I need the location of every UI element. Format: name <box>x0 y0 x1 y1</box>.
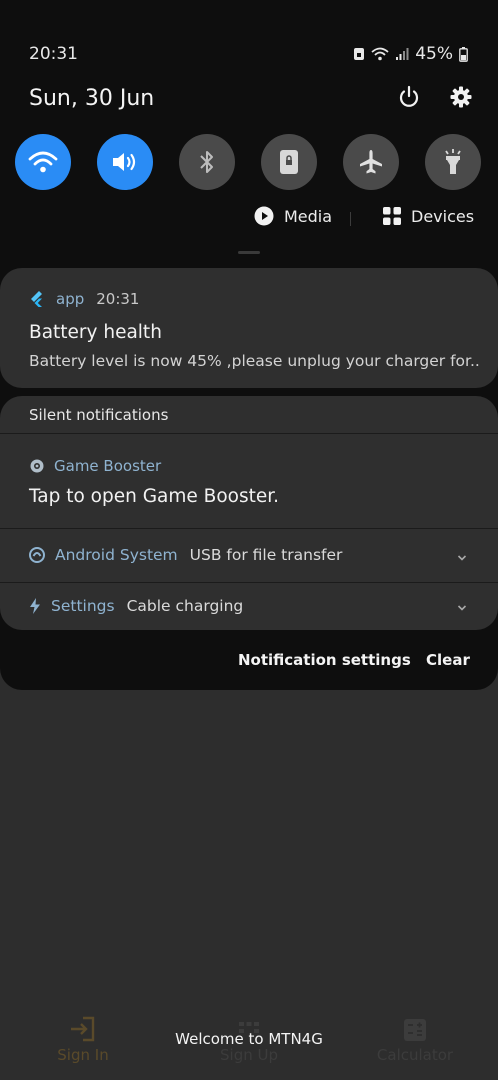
media-button[interactable]: Media <box>254 206 332 226</box>
wifi-toggle[interactable] <box>15 134 71 190</box>
volume-icon <box>113 153 136 171</box>
airplane-icon <box>360 150 382 174</box>
notification-title: Battery health <box>29 322 162 343</box>
notification-header: app 20:31 <box>30 290 139 308</box>
sound-toggle[interactable] <box>97 134 153 190</box>
wifi-icon <box>28 151 58 173</box>
header-actions <box>396 84 474 110</box>
battery-percent: 45% <box>415 44 453 64</box>
portrait-toggle[interactable] <box>261 134 317 190</box>
media-devices-bar: Media Devices <box>0 206 498 232</box>
game-booster-header: Game Booster <box>30 457 161 475</box>
notification-time: 20:31 <box>96 290 140 308</box>
status-time: 20:31 <box>29 44 78 64</box>
date-label: Sun, 30 Jun <box>29 86 155 111</box>
nav-sign-in-label: Sign In <box>57 1046 109 1064</box>
bluetooth-icon <box>200 151 213 173</box>
charging-icon <box>30 598 40 614</box>
devices-icon <box>383 207 401 225</box>
power-icon[interactable] <box>396 84 422 110</box>
game-booster-icon <box>30 459 44 473</box>
clear-button[interactable]: Clear <box>426 651 470 669</box>
notification-body: Battery level is now 45% ,please unplug … <box>29 352 480 370</box>
vpn-lock-icon <box>353 47 365 61</box>
notification-app-name: app <box>56 290 85 308</box>
shade-handle[interactable] <box>238 251 260 254</box>
silent-notifications-header: Silent notifications <box>29 406 169 424</box>
background-bottom-nav: Sign In Sign Up Calculator <box>0 1016 498 1080</box>
quick-settings <box>15 134 485 190</box>
settings-row: Settings Cable charging <box>29 597 243 615</box>
media-separator <box>350 212 351 226</box>
android-system-app-name: Android System <box>55 546 178 564</box>
flashlight-icon <box>445 149 461 174</box>
settings-app-name: Settings <box>51 597 115 615</box>
divider <box>0 433 498 434</box>
settings-text: Cable charging <box>126 597 244 615</box>
shade-actions: Notification settings Clear <box>0 651 498 673</box>
status-icons: 45% <box>353 44 468 64</box>
notification-shade: 20:31 45% Sun, 30 Jun Media Devices app … <box>0 0 498 690</box>
notification-card[interactable]: app 20:31 Battery health Battery level i… <box>0 268 498 388</box>
devices-label: Devices <box>411 206 475 226</box>
game-booster-body: Tap to open Game Booster. <box>29 486 280 507</box>
airplane-toggle[interactable] <box>343 134 399 190</box>
android-system-text: USB for file transfer <box>189 546 343 564</box>
gear-icon[interactable] <box>448 84 474 110</box>
nav-sign-up-label: Sign Up <box>220 1046 278 1064</box>
chevron-down-icon[interactable] <box>456 552 468 564</box>
devices-button[interactable]: Devices <box>382 206 474 226</box>
divider <box>0 582 498 583</box>
divider <box>0 528 498 529</box>
android-system-icon <box>29 547 45 563</box>
silent-notifications-card: Silent notifications Game Booster Tap to… <box>0 396 498 630</box>
app-icon <box>31 291 42 307</box>
play-icon <box>254 206 274 226</box>
android-system-row: Android System USB for file transfer <box>29 546 342 564</box>
bluetooth-toggle[interactable] <box>179 134 235 190</box>
media-label: Media <box>284 206 333 226</box>
wifi-icon <box>371 47 389 61</box>
notification-settings-button[interactable]: Notification settings <box>238 651 411 669</box>
game-booster-app-name: Game Booster <box>54 457 162 475</box>
flashlight-toggle[interactable] <box>425 134 481 190</box>
nav-calculator-label: Calculator <box>376 1046 454 1064</box>
toast-message: Welcome to MTN4G <box>175 1030 323 1048</box>
battery-icon <box>459 46 468 62</box>
chevron-down-icon[interactable] <box>456 602 468 614</box>
signal-icon <box>395 47 409 61</box>
portrait-lock-icon <box>280 150 298 174</box>
